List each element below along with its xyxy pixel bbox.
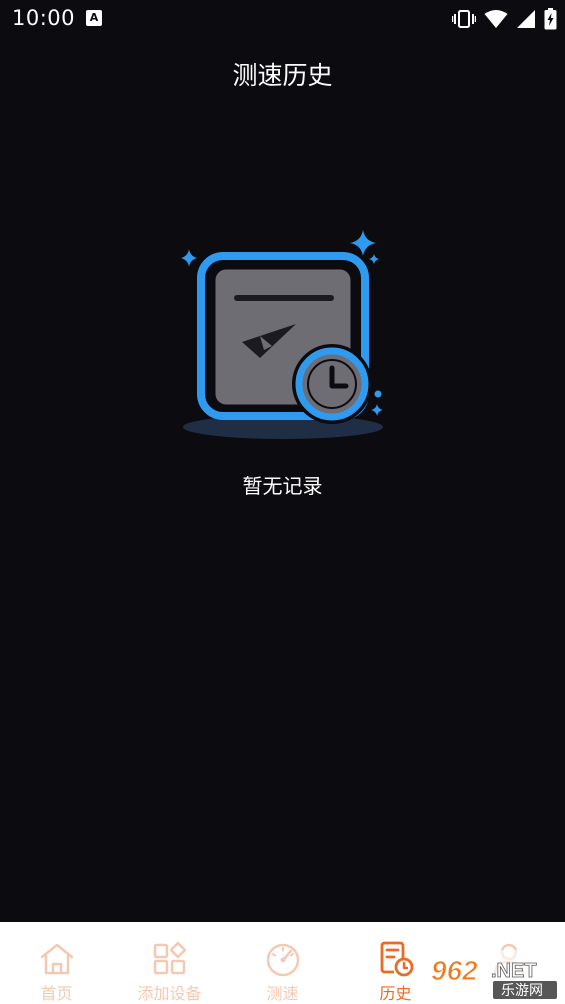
- tab-home-label: 首页: [40, 984, 73, 1003]
- grid-plus-icon: [153, 941, 186, 975]
- status-time: 10:00: [12, 6, 76, 30]
- tab-speed-test-label: 测速: [266, 984, 299, 1003]
- status-icons: [452, 7, 557, 31]
- tab-speed-test[interactable]: 测速: [226, 922, 339, 1004]
- tab-add-device[interactable]: 添加设备: [113, 922, 226, 1004]
- tab-add-device-label: 添加设备: [137, 984, 202, 1003]
- vibrate-icon: [452, 10, 476, 28]
- status-bar: 10:00 A: [0, 0, 565, 38]
- app-notification-icon: A: [86, 10, 102, 26]
- tab-history[interactable]: 历史: [339, 922, 452, 1004]
- page-title: 测速历史: [232, 61, 333, 90]
- history-empty-icon: [181, 230, 383, 439]
- home-icon: [40, 943, 73, 975]
- tab-home[interactable]: 首页: [0, 922, 113, 1004]
- history-doc-icon: [380, 941, 413, 977]
- signal-icon: [517, 10, 535, 28]
- wifi-icon: [484, 10, 508, 28]
- tab-history-label: 历史: [379, 984, 412, 1003]
- empty-message: 暂无记录: [242, 474, 323, 498]
- bottom-tab-bar: 首页 添加设备 测速 历史: [0, 922, 565, 1004]
- user-icon: [493, 943, 524, 975]
- battery-icon: [544, 8, 557, 30]
- tab-profile[interactable]: [452, 922, 565, 1004]
- speedometer-icon: [266, 943, 299, 977]
